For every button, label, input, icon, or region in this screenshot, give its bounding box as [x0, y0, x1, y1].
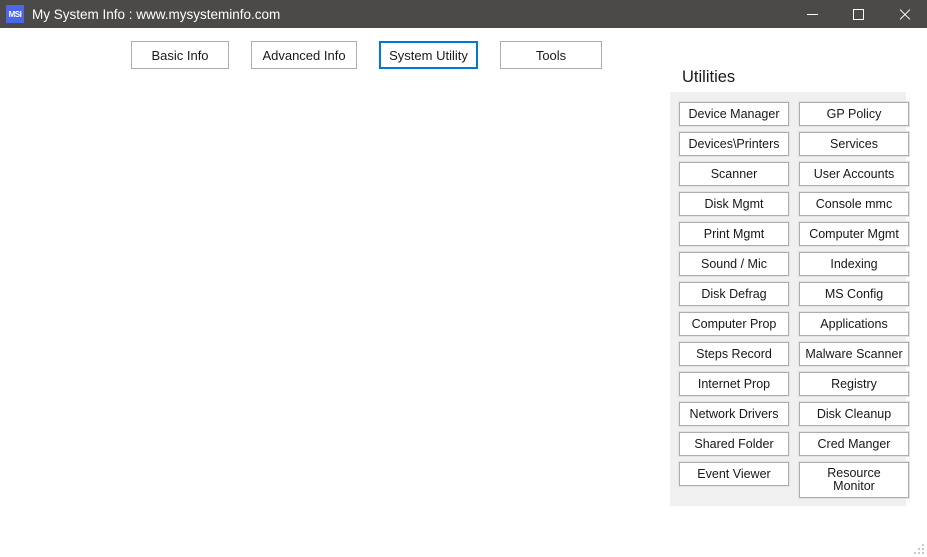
close-button[interactable]	[881, 0, 927, 28]
utility-button-resource-monitor[interactable]: Resource Monitor	[799, 462, 909, 498]
utility-button-computer-mgmt[interactable]: Computer Mgmt	[799, 222, 909, 246]
tab-advanced-info[interactable]: Advanced Info	[251, 41, 357, 69]
utility-button-console-mmc[interactable]: Console mmc	[799, 192, 909, 216]
grip-dot	[918, 552, 920, 554]
utility-button-device-manager[interactable]: Device Manager	[679, 102, 789, 126]
utility-button-network-drivers[interactable]: Network Drivers	[679, 402, 789, 426]
app-icon: MSI	[6, 5, 24, 23]
tab-tools[interactable]: Tools	[500, 41, 602, 69]
tab-system-utility[interactable]: System Utility	[379, 41, 478, 69]
grip-dot	[918, 548, 920, 550]
utility-button-user-accounts[interactable]: User Accounts	[799, 162, 909, 186]
utility-button-event-viewer[interactable]: Event Viewer	[679, 462, 789, 486]
utility-button-gp-policy[interactable]: GP Policy	[799, 102, 909, 126]
utility-button-indexing[interactable]: Indexing	[799, 252, 909, 276]
grip-dot	[922, 548, 924, 550]
window-controls	[789, 0, 927, 28]
utility-button-disk-defrag[interactable]: Disk Defrag	[679, 282, 789, 306]
utility-button-devices-printers[interactable]: Devices\Printers	[679, 132, 789, 156]
window-title: My System Info : www.mysysteminfo.com	[32, 6, 281, 22]
utilities-grid: Device Manager GP Policy Devices\Printer…	[679, 102, 909, 498]
utility-button-computer-prop[interactable]: Computer Prop	[679, 312, 789, 336]
utility-button-ms-config[interactable]: MS Config	[799, 282, 909, 306]
utility-button-malware-scanner[interactable]: Malware Scanner	[799, 342, 909, 366]
utilities-heading: Utilities	[682, 68, 736, 86]
utility-button-shared-folder[interactable]: Shared Folder	[679, 432, 789, 456]
minimize-icon	[806, 13, 818, 15]
utility-button-applications[interactable]: Applications	[799, 312, 909, 336]
grip-dot	[922, 552, 924, 554]
utility-button-cred-manger[interactable]: Cred Manger	[799, 432, 909, 456]
minimize-button[interactable]	[789, 0, 835, 28]
resize-grip[interactable]	[911, 541, 924, 554]
utilities-panel: Device Manager GP Policy Devices\Printer…	[670, 92, 909, 506]
utility-button-scanner[interactable]: Scanner	[679, 162, 789, 186]
utility-button-steps-record[interactable]: Steps Record	[679, 342, 789, 366]
close-icon	[898, 8, 911, 21]
main-tabstrip: Basic Info Advanced Info System Utility …	[131, 41, 624, 69]
utility-button-print-mgmt[interactable]: Print Mgmt	[679, 222, 789, 246]
utility-button-services[interactable]: Services	[799, 132, 909, 156]
utility-button-registry[interactable]: Registry	[799, 372, 909, 396]
utility-button-internet-prop[interactable]: Internet Prop	[679, 372, 789, 396]
utility-button-disk-cleanup[interactable]: Disk Cleanup	[799, 402, 909, 426]
window-titlebar[interactable]: MSI My System Info : www.mysysteminfo.co…	[0, 0, 927, 28]
tab-basic-info[interactable]: Basic Info	[131, 41, 229, 69]
utility-button-disk-mgmt[interactable]: Disk Mgmt	[679, 192, 789, 216]
grip-dot	[922, 544, 924, 546]
grip-dot	[914, 552, 916, 554]
maximize-icon	[852, 8, 864, 20]
utility-button-sound-mic[interactable]: Sound / Mic	[679, 252, 789, 276]
maximize-button[interactable]	[835, 0, 881, 28]
